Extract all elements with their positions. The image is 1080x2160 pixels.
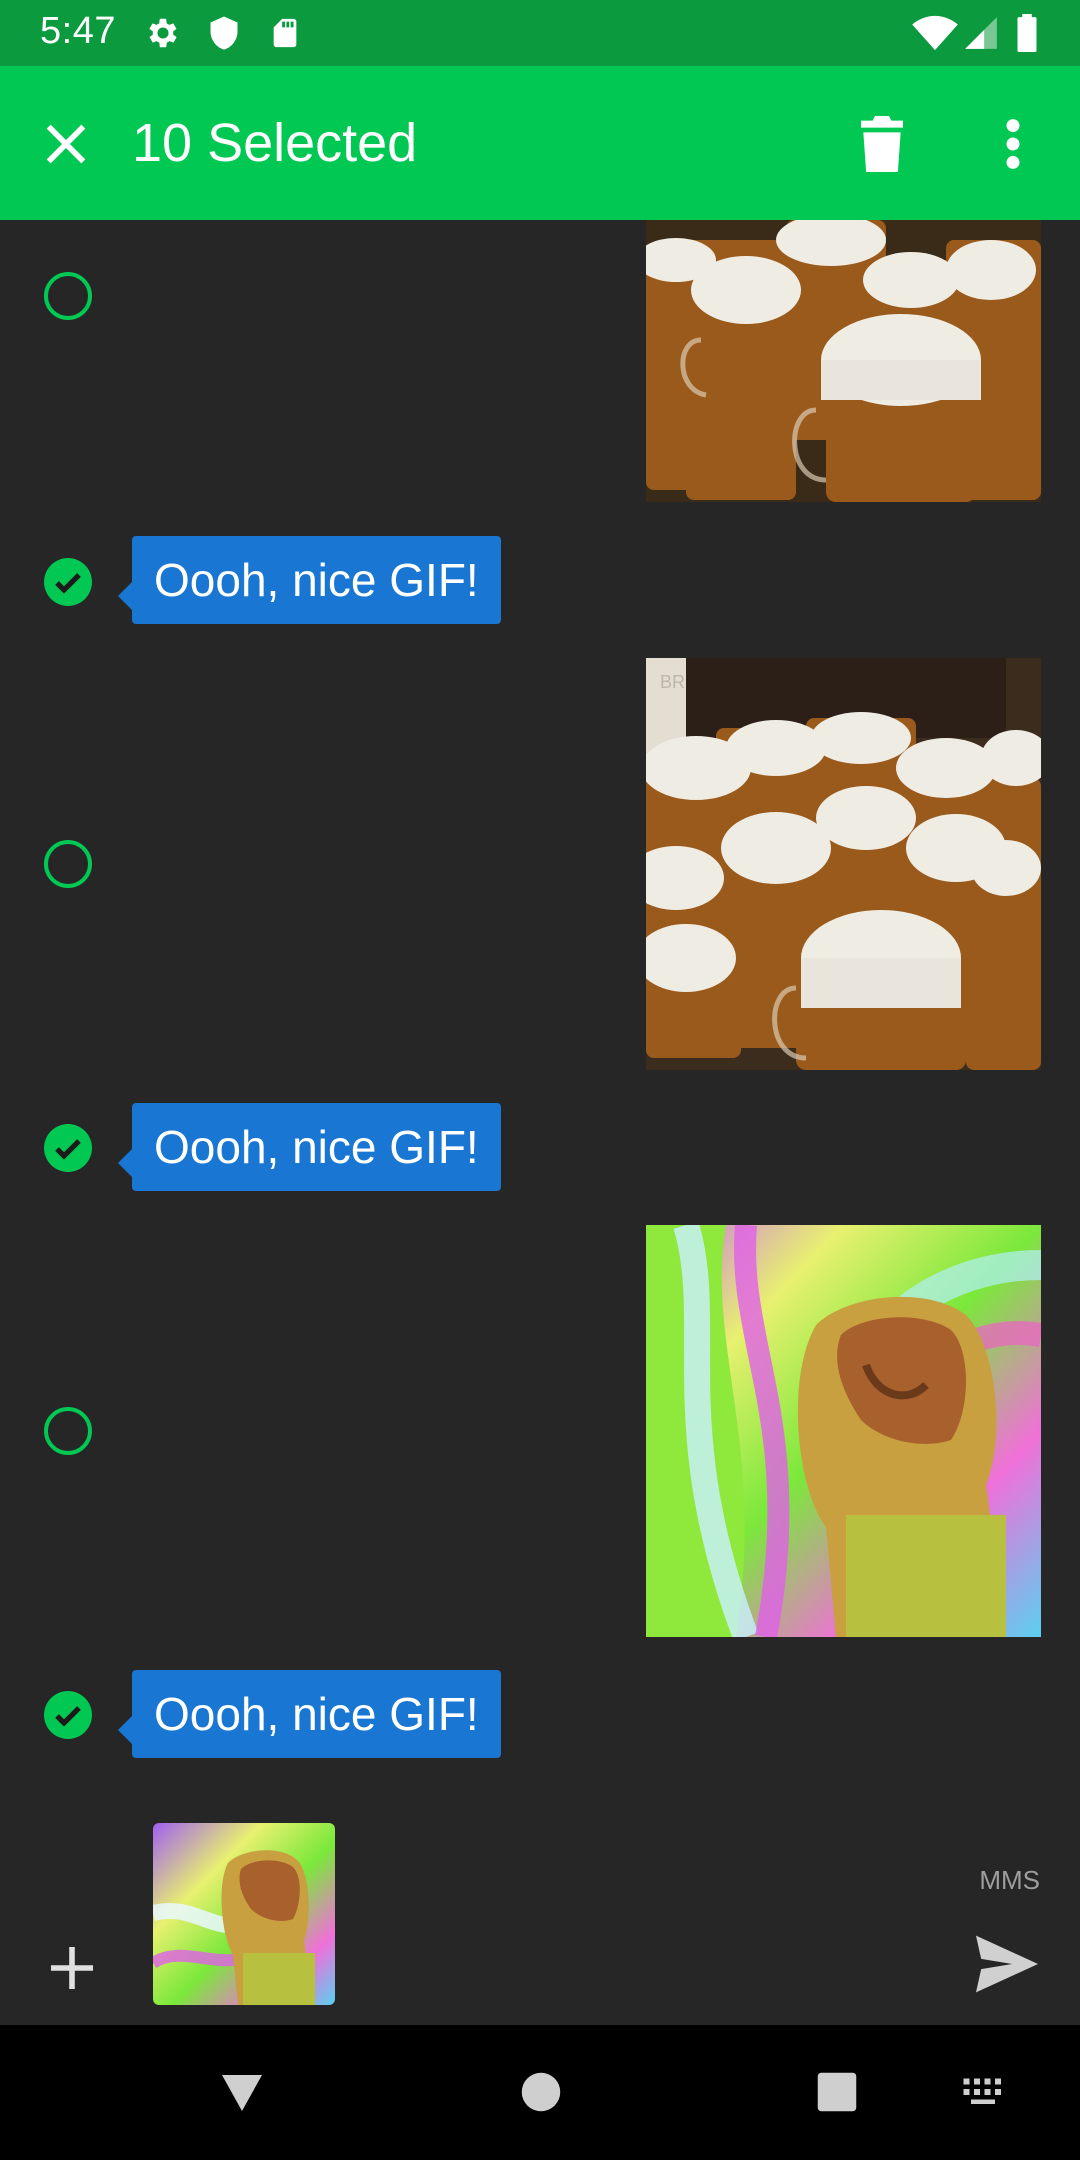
wifi-icon xyxy=(912,15,958,51)
close-icon[interactable] xyxy=(40,118,92,170)
mms-label: MMS xyxy=(979,1865,1040,1895)
send-icon[interactable] xyxy=(976,1935,1038,1993)
bubble-tail xyxy=(118,1149,132,1177)
beer-gif-image xyxy=(646,220,1041,502)
selection-toolbar: 10 Selected xyxy=(0,66,1080,220)
image-message-hand[interactable] xyxy=(646,1225,1041,1637)
message-composer: MMS xyxy=(0,1810,1080,2025)
psychedelic-hand-gif-image xyxy=(646,1225,1041,1637)
attachment-thumbnail[interactable] xyxy=(153,1823,335,2005)
status-bar: 5:47 xyxy=(0,0,1080,66)
message-bubble[interactable]: Oooh, nice GIF! xyxy=(118,1103,501,1191)
cellular-signal-icon xyxy=(965,17,997,49)
trash-icon[interactable] xyxy=(860,116,904,172)
select-circle[interactable] xyxy=(44,840,92,888)
bubble-tail xyxy=(118,1716,132,1744)
image-message-beer[interactable] xyxy=(646,220,1041,502)
selection-count-title: 10 Selected xyxy=(132,113,418,173)
status-time: 5:47 xyxy=(40,10,116,52)
select-circle[interactable] xyxy=(44,1407,92,1455)
settings-gear-icon xyxy=(149,18,177,48)
selected-check-icon[interactable] xyxy=(44,1691,92,1739)
beer-gif-image: BR xyxy=(646,658,1041,1070)
back-triangle-icon[interactable] xyxy=(218,2071,266,2115)
message-text: Oooh, nice GIF! xyxy=(154,1121,479,1173)
attachment-image xyxy=(153,1823,335,2005)
message-bubble[interactable]: Oooh, nice GIF! xyxy=(118,1670,501,1758)
home-circle-icon[interactable] xyxy=(520,2071,562,2113)
selected-check-icon[interactable] xyxy=(44,1124,92,1172)
battery-icon xyxy=(1017,14,1037,52)
plus-icon[interactable] xyxy=(44,1940,100,1996)
more-vert-icon[interactable] xyxy=(1000,118,1026,170)
shield-icon xyxy=(210,16,238,50)
message-text: Oooh, nice GIF! xyxy=(154,1688,479,1740)
image-message-beer[interactable]: BR xyxy=(646,658,1041,1070)
keyboard-icon[interactable] xyxy=(962,2077,1010,2107)
message-thread[interactable]: Oooh, nice GIF! BR Oooh, nice GIF! Oooh,… xyxy=(0,220,1080,2025)
bubble-tail xyxy=(118,582,132,610)
message-text: Oooh, nice GIF! xyxy=(154,554,479,606)
recents-square-icon[interactable] xyxy=(816,2071,858,2113)
navigation-bar xyxy=(0,2025,1080,2160)
message-bubble[interactable]: Oooh, nice GIF! xyxy=(118,536,501,624)
selected-check-icon[interactable] xyxy=(44,558,92,606)
select-circle[interactable] xyxy=(44,272,92,320)
svg-text:BR: BR xyxy=(660,672,685,692)
sd-card-icon xyxy=(273,18,297,48)
